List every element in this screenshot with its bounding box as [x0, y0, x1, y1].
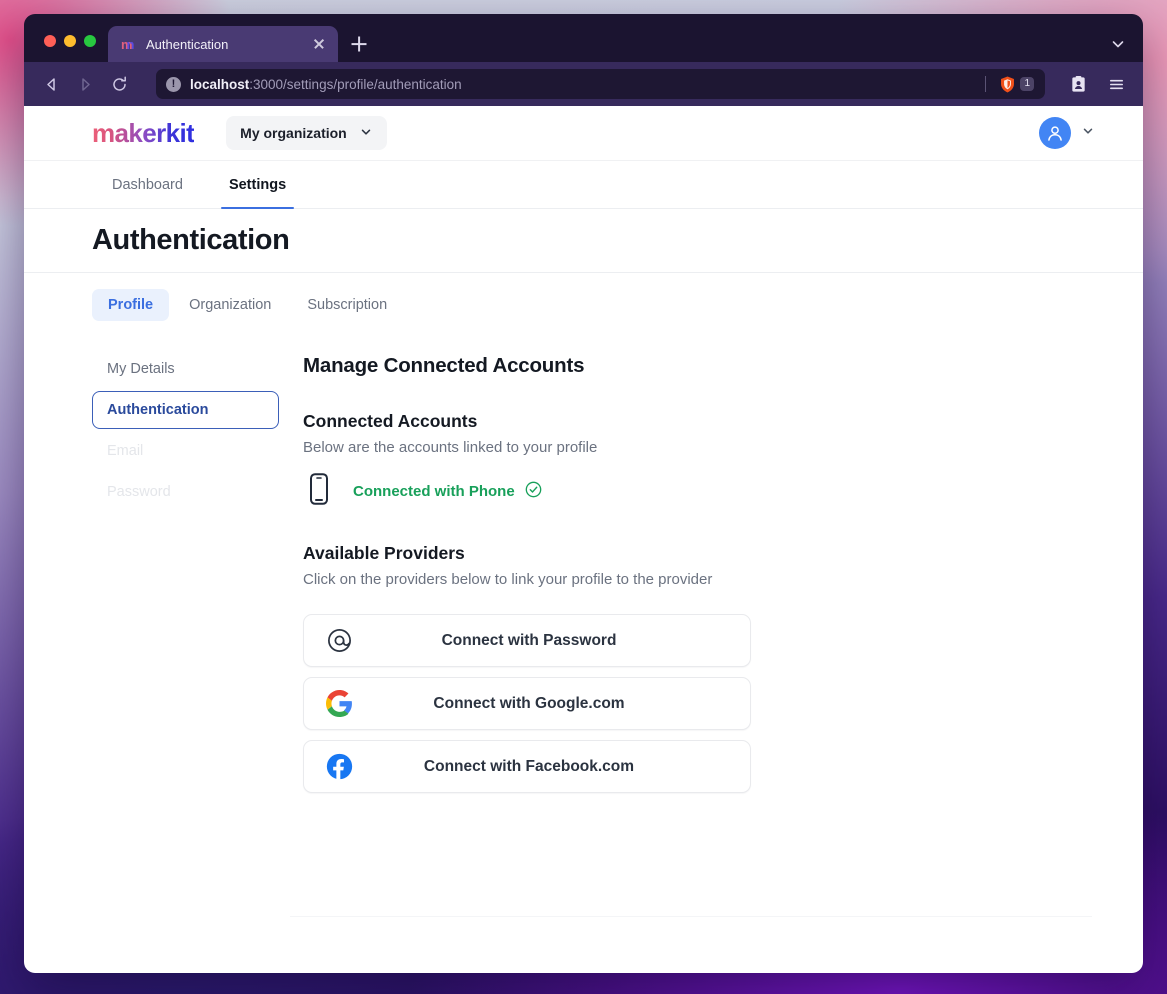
- section-heading: Manage Connected Accounts: [303, 354, 1143, 378]
- shields-blocked-count: 1: [1020, 77, 1034, 92]
- plus-icon[interactable]: [342, 26, 376, 62]
- sidebar-item-authentication[interactable]: Authentication: [92, 391, 279, 429]
- address-host: localhost: [190, 77, 249, 92]
- chevron-down-icon: [359, 125, 373, 142]
- reload-icon[interactable]: [104, 69, 134, 99]
- provider-label: Connect with Google.com: [354, 695, 730, 713]
- connected-accounts-heading: Connected Accounts: [303, 411, 1143, 432]
- minimize-window-button[interactable]: [64, 35, 76, 47]
- account-menu[interactable]: [1039, 117, 1095, 149]
- divider: [985, 76, 986, 92]
- page-viewport: makerkit My organization: [24, 106, 1143, 973]
- sidebar-item-label: My Details: [107, 361, 175, 377]
- organization-selector-label: My organization: [240, 125, 347, 141]
- settings-side-nav: My Details Authentication Email Password: [92, 350, 279, 793]
- nav-tab-dashboard[interactable]: Dashboard: [92, 161, 203, 208]
- tab-label: Subscription: [307, 297, 387, 313]
- maximize-window-button[interactable]: [84, 35, 96, 47]
- organization-selector[interactable]: My organization: [226, 116, 387, 150]
- chevron-down-icon[interactable]: [1109, 35, 1127, 53]
- connected-accounts-description: Below are the accounts linked to your pr…: [303, 439, 1143, 456]
- page-title: Authentication: [92, 224, 289, 257]
- settings-sub-tabs: Profile Organization Subscription: [24, 273, 1143, 321]
- nav-tab-settings[interactable]: Settings: [209, 161, 306, 208]
- connect-with-facebook-button[interactable]: Connect with Facebook.com: [303, 740, 751, 793]
- svg-text:n: n: [127, 37, 135, 51]
- settings-body: My Details Authentication Email Password…: [24, 321, 1143, 793]
- content-divider: [290, 916, 1092, 917]
- makerkit-logo[interactable]: makerkit: [92, 118, 194, 149]
- connect-with-password-button[interactable]: Connect with Password: [303, 614, 751, 667]
- app-header: makerkit My organization: [24, 106, 1143, 161]
- browser-tab[interactable]: m n Authentication: [108, 26, 338, 62]
- sidebar-item-my-details[interactable]: My Details: [92, 350, 279, 388]
- close-icon[interactable]: [310, 35, 328, 53]
- nav-tab-label: Dashboard: [112, 177, 183, 193]
- mobile-phone-icon: [307, 473, 331, 510]
- brave-shields-icon[interactable]: 1: [997, 74, 1037, 95]
- window-traffic-lights: [24, 35, 108, 62]
- address-bar-text: localhost:3000/settings/profile/authenti…: [190, 77, 976, 92]
- sidebar-item-password[interactable]: Password: [92, 473, 279, 511]
- clipboard-icon[interactable]: [1063, 69, 1093, 99]
- status-label: Connected with Phone: [353, 483, 515, 500]
- chevron-down-icon: [1081, 124, 1095, 143]
- browser-toolbar: ! localhost:3000/settings/profile/authen…: [24, 62, 1143, 106]
- sidebar-item-label: Authentication: [107, 402, 209, 418]
- toolbar-right-actions: [1063, 69, 1131, 99]
- tab-profile[interactable]: Profile: [92, 289, 169, 321]
- primary-nav-tabs: Dashboard Settings: [24, 161, 1143, 209]
- forward-arrow-icon[interactable]: [70, 69, 100, 99]
- sidebar-item-email[interactable]: Email: [92, 432, 279, 470]
- address-path: :3000/settings/profile/authentication: [249, 77, 461, 92]
- tab-subscription[interactable]: Subscription: [291, 289, 403, 321]
- sidebar-item-label: Password: [107, 484, 171, 500]
- at-sign-icon: [324, 626, 354, 656]
- browser-tab-strip: m n Authentication: [24, 14, 1143, 62]
- sidebar-item-label: Email: [107, 443, 143, 459]
- page-title-bar: Authentication: [24, 209, 1143, 273]
- provider-label: Connect with Facebook.com: [354, 758, 730, 776]
- connect-with-google-button[interactable]: Connect with Google.com: [303, 677, 751, 730]
- browser-window: m n Authentication: [24, 14, 1143, 973]
- hamburger-menu-icon[interactable]: [1101, 69, 1131, 99]
- info-icon[interactable]: !: [166, 77, 181, 92]
- available-providers-heading: Available Providers: [303, 543, 1143, 564]
- connected-account-row: Connected with Phone: [303, 473, 1143, 510]
- provider-button-list: Connect with Password: [303, 614, 751, 793]
- connected-with-phone-status: Connected with Phone: [353, 481, 542, 502]
- google-logo-icon: [324, 689, 354, 719]
- desktop-wallpaper: m n Authentication: [0, 0, 1167, 994]
- tab-organization[interactable]: Organization: [173, 289, 287, 321]
- makerkit-m-icon: m n: [120, 36, 136, 52]
- check-circle-icon: [525, 481, 542, 502]
- browser-tab-title: Authentication: [146, 37, 300, 52]
- back-arrow-icon[interactable]: [36, 69, 66, 99]
- tab-label: Organization: [189, 297, 271, 313]
- available-providers-description: Click on the providers below to link you…: [303, 571, 1143, 588]
- provider-label: Connect with Password: [354, 632, 730, 650]
- tab-label: Profile: [108, 297, 153, 313]
- address-bar[interactable]: ! localhost:3000/settings/profile/authen…: [156, 69, 1045, 99]
- user-avatar-icon: [1039, 117, 1071, 149]
- nav-tab-label: Settings: [229, 177, 286, 193]
- settings-main-content: Manage Connected Accounts Connected Acco…: [279, 350, 1143, 793]
- close-window-button[interactable]: [44, 35, 56, 47]
- facebook-logo-icon: [324, 752, 354, 782]
